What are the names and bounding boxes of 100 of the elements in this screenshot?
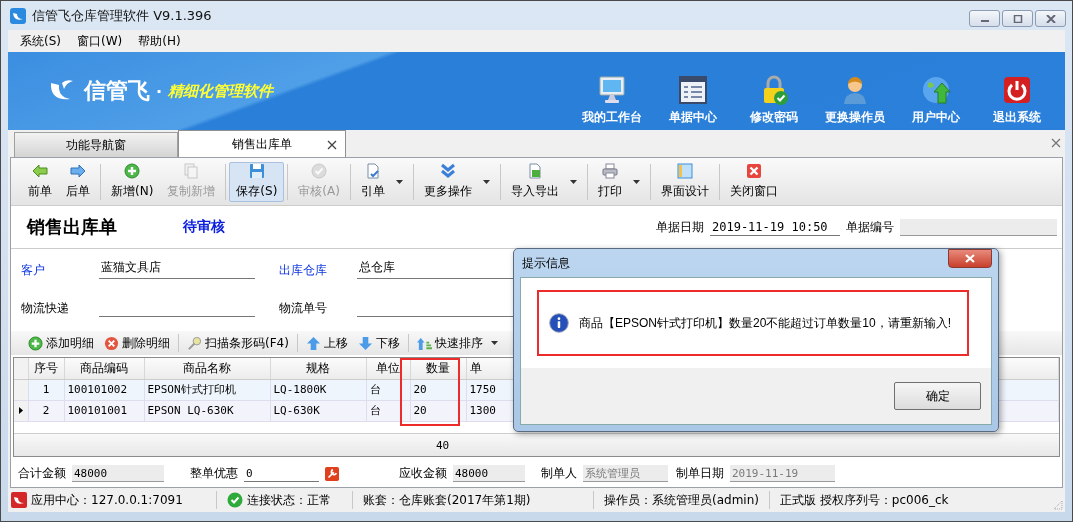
close-icon bbox=[964, 254, 976, 263]
toolbar-button[interactable]: 界面设计 bbox=[653, 161, 716, 202]
brand-name: 信管飞 bbox=[84, 77, 150, 105]
plus-icon bbox=[28, 335, 43, 351]
field-label: 物流快递 bbox=[21, 300, 70, 317]
column-header[interactable]: 商品名称 bbox=[144, 358, 270, 379]
field-label: 客户 bbox=[21, 262, 46, 279]
status-text: 正式版 授权序列号：pc006_ck bbox=[779, 491, 949, 509]
column-header[interactable]: 商品编码 bbox=[64, 358, 144, 379]
field-label: 制单人 bbox=[541, 465, 577, 482]
check-icon bbox=[311, 163, 328, 179]
caret-icon bbox=[569, 179, 577, 184]
toolbar-button[interactable]: 下移 bbox=[352, 334, 405, 352]
toolbar-button[interactable]: 前单 bbox=[21, 161, 59, 202]
caret-icon bbox=[632, 179, 640, 184]
close-icon bbox=[1051, 138, 1061, 148]
column-header[interactable]: 序号 bbox=[28, 358, 64, 379]
number-field[interactable] bbox=[900, 218, 1057, 236]
input-field: 系统管理员 bbox=[583, 465, 668, 482]
close-icon bbox=[327, 140, 337, 150]
toolbar-button[interactable]: 引单 bbox=[353, 161, 410, 202]
close-button[interactable] bbox=[948, 249, 992, 268]
window-title: 信管飞仓库管理软件 V9.1.396 bbox=[32, 6, 212, 25]
status-text: 账套：仓库账套(2017年第1期) bbox=[363, 491, 531, 509]
status-text: 操作员：系统管理员(admin) bbox=[604, 491, 759, 509]
tab[interactable]: 销售出库单 bbox=[178, 130, 346, 157]
input-field: 2019-11-19 bbox=[730, 465, 835, 482]
left-arrow-icon bbox=[32, 163, 48, 179]
banner-action-button[interactable]: 更换操作员 bbox=[814, 74, 895, 126]
input-field[interactable]: 48000 bbox=[453, 465, 525, 482]
toolbar-button[interactable]: 保存(S) bbox=[229, 161, 285, 202]
app-logo-icon bbox=[10, 7, 26, 24]
tab[interactable]: 功能导航窗 bbox=[14, 132, 178, 157]
up-arrow-icon bbox=[305, 335, 321, 351]
toolbar-button[interactable]: 关闭窗口 bbox=[722, 161, 785, 202]
document-arrow-icon bbox=[526, 163, 543, 179]
copy-icon bbox=[183, 163, 200, 179]
delete-icon bbox=[104, 335, 119, 351]
separator-dot: · bbox=[156, 81, 163, 101]
ok-button[interactable]: 确定 bbox=[894, 382, 981, 410]
maximize-button[interactable] bbox=[1002, 10, 1033, 27]
caret-icon bbox=[490, 341, 498, 345]
field-label: 物流单号 bbox=[279, 300, 328, 317]
column-header[interactable]: 规格 bbox=[270, 358, 366, 379]
total-cell: 40 bbox=[436, 438, 450, 452]
printer-icon bbox=[601, 163, 618, 179]
banner-action-button[interactable]: 单据中心 bbox=[652, 74, 733, 126]
banner-action-button[interactable]: 我的工作台 bbox=[571, 74, 652, 126]
toolbar-button[interactable]: 导入导出 bbox=[503, 161, 584, 202]
input-field[interactable]: 0 bbox=[244, 465, 319, 482]
dialog-title: 提示信息 bbox=[521, 254, 570, 272]
message-text: 商品【EPSON针式打印机】数量20不能超过订单数量10，请重新输入! bbox=[578, 314, 951, 332]
list-icon bbox=[676, 74, 709, 106]
toolbar-button[interactable]: 快速排序 bbox=[411, 334, 503, 352]
toolbar-button[interactable]: 打印 bbox=[590, 161, 647, 202]
banner-action-button[interactable]: 用户中心 bbox=[895, 74, 976, 126]
toolbar-button[interactable]: 添加明细 bbox=[23, 334, 99, 352]
toolbar-button[interactable]: 扫描条形码(F4) bbox=[182, 334, 294, 352]
layout-icon bbox=[676, 163, 693, 179]
close-icon bbox=[1045, 14, 1056, 23]
field-label: 合计金额 bbox=[18, 465, 66, 482]
minimize-button[interactable] bbox=[969, 10, 1000, 27]
down-arrow-icon bbox=[357, 335, 373, 351]
resize-grip-icon bbox=[1053, 500, 1063, 510]
document-icon bbox=[364, 163, 381, 179]
tab-label: 功能导航窗 bbox=[66, 136, 126, 154]
wrench-icon bbox=[325, 466, 339, 481]
toolbar-button[interactable]: 新增(N) bbox=[104, 161, 161, 202]
slogan: 精细化管理软件 bbox=[168, 81, 274, 101]
caret-icon bbox=[482, 179, 490, 184]
close-button[interactable] bbox=[1035, 10, 1066, 27]
toolbar-button[interactable]: 更多操作 bbox=[416, 161, 497, 202]
input-field[interactable]: 蓝猫文具店 bbox=[99, 257, 255, 279]
input-field[interactable]: 48000 bbox=[72, 465, 164, 482]
status-text: 连接状态：正常 bbox=[247, 491, 331, 509]
field-label: 单据日期 bbox=[656, 218, 704, 236]
banner-action-button[interactable]: 退出系统 bbox=[976, 74, 1057, 126]
toolbar-button[interactable]: 后单 bbox=[59, 161, 97, 202]
plus-icon bbox=[124, 163, 141, 179]
check-icon bbox=[227, 492, 243, 508]
toolbar-button[interactable]: 上移 bbox=[300, 334, 353, 352]
menu-item[interactable]: 窗口(W) bbox=[69, 32, 131, 50]
menu-item[interactable]: 帮助(H) bbox=[130, 32, 189, 50]
right-arrow-icon bbox=[70, 163, 86, 179]
field-label: 整单优惠 bbox=[190, 465, 238, 482]
date-field[interactable]: 2019-11-19 10:50 bbox=[710, 218, 840, 236]
sort-icon bbox=[416, 335, 432, 351]
app-logo-icon bbox=[11, 492, 27, 508]
caret-icon bbox=[395, 179, 403, 184]
double-chevron-icon bbox=[439, 163, 456, 179]
toolbar-button[interactable]: 删除明细 bbox=[99, 334, 175, 352]
close-icon bbox=[745, 163, 762, 179]
status-text: 应用中心：127.0.0.1:7091 bbox=[31, 491, 183, 509]
menu-item[interactable]: 系统(S) bbox=[12, 32, 69, 50]
field-label: 单据编号 bbox=[846, 218, 894, 236]
tab-label: 销售出库单 bbox=[232, 135, 292, 153]
field-label: 出库仓库 bbox=[279, 262, 328, 279]
row-header[interactable] bbox=[14, 400, 28, 421]
maximize-icon bbox=[1012, 14, 1023, 23]
banner-action-button[interactable]: 修改密码 bbox=[733, 74, 814, 126]
